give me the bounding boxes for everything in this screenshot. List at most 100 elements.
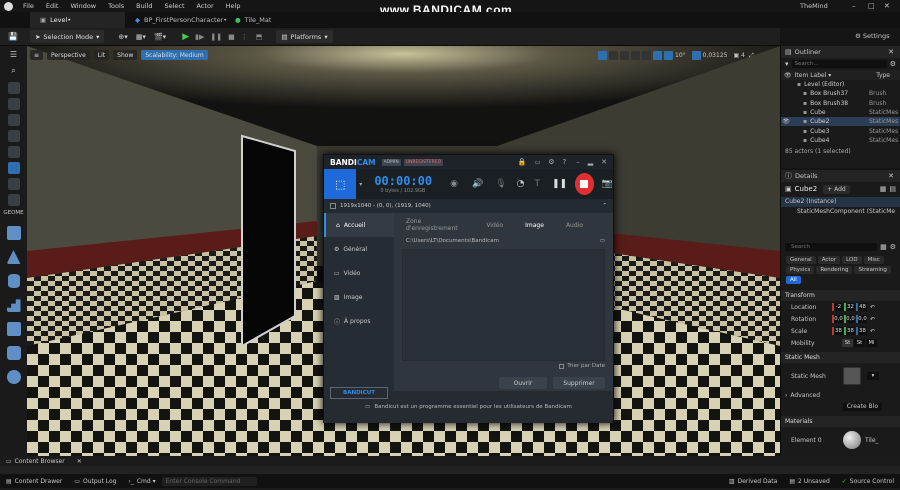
perspective-button[interactable]: Perspective xyxy=(47,50,90,60)
grid-snap-icon[interactable] xyxy=(653,51,662,60)
scale-snap-icon[interactable] xyxy=(691,51,701,60)
component-root[interactable]: Cube2 (Instance) xyxy=(781,197,900,207)
lights-icon[interactable] xyxy=(7,114,20,126)
menu-build[interactable]: Build xyxy=(136,2,152,10)
tab-tile-mat[interactable]: ● Tile_Mat xyxy=(225,12,281,28)
outliner-row[interactable]: ▪ Level (Editor) xyxy=(781,80,900,89)
all-classes-icon[interactable] xyxy=(7,194,20,206)
filter-rendering[interactable]: Rendering xyxy=(816,266,853,274)
filter-icon[interactable]: ⚙ xyxy=(890,60,896,68)
transform-section[interactable]: Transform xyxy=(781,290,900,301)
webcam-icon[interactable]: ◉ xyxy=(450,179,458,189)
component-staticmesh[interactable]: StaticMeshComponent (StaticMe xyxy=(781,207,900,217)
scale-z[interactable]: 38 xyxy=(856,327,867,335)
material-name[interactable]: Tile_ xyxy=(865,437,879,444)
filter-streaming[interactable]: Streaming xyxy=(854,266,891,274)
nav-general[interactable]: ⚙ Général xyxy=(324,237,394,261)
outliner-row[interactable]: ▪ Box Brush38 Brush xyxy=(781,99,900,108)
menu-icon[interactable]: ☰ xyxy=(8,50,20,62)
outliner-row[interactable]: 👁 ▪ Cube2 StaticMes xyxy=(781,117,900,127)
rotation-z[interactable]: 0,0 xyxy=(856,315,867,323)
item-label-column[interactable]: Item Label ▾ xyxy=(795,72,832,79)
close-window-button[interactable]: ✕ xyxy=(884,2,890,10)
checkbox-icon[interactable] xyxy=(330,203,336,209)
camera-speed-value[interactable]: 4 xyxy=(741,52,745,59)
open-button[interactable]: Ouvrir xyxy=(499,377,547,389)
content-drawer-button[interactable]: ▤ Content Drawer xyxy=(0,478,68,485)
menu-file[interactable]: File xyxy=(23,2,34,10)
transform-scale-icon[interactable] xyxy=(620,51,629,60)
lit-button[interactable]: Lit xyxy=(93,50,110,60)
save-icon[interactable]: 💾 xyxy=(8,32,18,41)
mobility-movable[interactable]: Mi xyxy=(866,339,877,347)
search-icon[interactable]: ⌕ xyxy=(8,66,20,78)
actor-settings-icon[interactable]: ▤ xyxy=(889,185,896,193)
advanced-row[interactable]: › Advanced xyxy=(781,389,900,401)
chevron-up-icon[interactable]: ⌃ xyxy=(602,203,607,209)
delete-button[interactable]: Supprimer xyxy=(553,377,605,389)
tab-audio[interactable]: Audio xyxy=(566,222,583,229)
menu-actor[interactable]: Actor xyxy=(197,2,214,10)
cinematic-icon[interactable] xyxy=(7,130,20,142)
play-button[interactable]: ▶ xyxy=(182,32,189,42)
minimize-button[interactable]: – xyxy=(852,2,856,10)
file-list[interactable] xyxy=(402,249,605,361)
reset-arrow-icon[interactable]: ↶ xyxy=(870,328,875,335)
bandicam-titlebar[interactable]: BANDICAM ADMIN UNREGISTERED 🔒 ▭ ⚙ ? – ▂ … xyxy=(324,155,613,169)
snap-angle-value[interactable]: 10° xyxy=(675,52,686,59)
pause-record-button[interactable]: ❚❚ xyxy=(552,179,567,189)
cmd-dropdown[interactable]: ›_ Cmd ▾ xyxy=(122,478,161,485)
filter-misc[interactable]: Misc xyxy=(863,256,884,264)
speaker-icon[interactable]: 🔊 xyxy=(472,179,483,189)
content-browser-tab[interactable]: ▭ Content Browser ✕ xyxy=(0,456,900,466)
basic-icon[interactable] xyxy=(7,98,20,110)
transform-move-icon[interactable] xyxy=(598,51,607,60)
minimize-icon[interactable]: – xyxy=(576,158,580,166)
sphere-shape-icon[interactable] xyxy=(6,370,21,384)
nav-image[interactable]: ▨ Image xyxy=(324,285,394,309)
stop-record-button[interactable] xyxy=(575,173,594,195)
reset-arrow-icon[interactable]: ↶ xyxy=(870,304,875,311)
add-content-icon[interactable]: ⊕▾ xyxy=(118,33,127,41)
filter-all[interactable]: All xyxy=(786,276,801,284)
materials-section[interactable]: Materials xyxy=(781,416,900,427)
launch-icon[interactable]: ⬒ xyxy=(256,33,263,41)
blueprint-menu-icon[interactable]: ▦▾ xyxy=(136,33,146,41)
mode-chevron-icon[interactable]: ▾ xyxy=(359,181,362,188)
screen-mode-button[interactable]: ⬚ xyxy=(324,169,357,199)
outliner-row[interactable]: ▪ Cube3 StaticMes xyxy=(781,126,900,135)
camera-speed-icon[interactable]: ▣ xyxy=(733,52,739,59)
output-path[interactable]: C:\Users\LT\Documents\Bandicam xyxy=(402,238,499,244)
sequencer-icon[interactable]: 🎬▾ xyxy=(154,33,166,41)
scale-y[interactable]: 38 xyxy=(844,327,855,335)
box-shape-icon[interactable] xyxy=(6,226,21,240)
tray-icon[interactable]: ▂ xyxy=(588,158,593,166)
actor-name[interactable]: Cube2 xyxy=(795,185,818,193)
location-z[interactable]: 48 xyxy=(856,303,867,311)
visual-effects-icon[interactable] xyxy=(7,146,20,158)
outliner-search-input[interactable]: Search... xyxy=(791,60,887,68)
mobility-static[interactable]: St xyxy=(842,339,853,347)
type-column[interactable]: Type xyxy=(876,72,890,79)
details-search-input[interactable]: Search xyxy=(785,243,878,251)
static-mesh-picker[interactable]: ▾ xyxy=(867,372,879,380)
text-overlay-icon[interactable]: T xyxy=(534,179,540,189)
angle-snap-icon[interactable] xyxy=(664,51,673,60)
tab-bp-firstpersoncharacter[interactable]: ◆ BP_FirstPersonCharacter• xyxy=(125,12,227,28)
close-panel-icon[interactable]: ✕ xyxy=(888,48,894,56)
derived-data-button[interactable]: ▥ Derived Data xyxy=(723,478,783,485)
nav-about[interactable]: ⓘ À propos xyxy=(324,309,394,333)
menu-help[interactable]: Help xyxy=(226,2,241,10)
surface-snap-icon[interactable] xyxy=(642,51,651,60)
output-log-button[interactable]: ▭ Output Log xyxy=(68,478,122,485)
help-icon[interactable]: ? xyxy=(563,158,567,166)
scale-x[interactable]: 38 xyxy=(832,327,843,335)
sort-label[interactable]: Trier par Date xyxy=(567,363,605,369)
static-mesh-section[interactable]: Static Mesh xyxy=(781,352,900,363)
cylinder-shape-icon[interactable] xyxy=(7,274,20,288)
pause-button[interactable]: ❚❚ xyxy=(210,33,222,41)
geometry-icon[interactable] xyxy=(7,162,20,174)
spiral-stairs-shape-icon[interactable] xyxy=(6,346,21,360)
blueprint-convert-icon[interactable]: ▦ xyxy=(880,185,887,193)
rotation-x[interactable]: 0,0 xyxy=(832,315,843,323)
